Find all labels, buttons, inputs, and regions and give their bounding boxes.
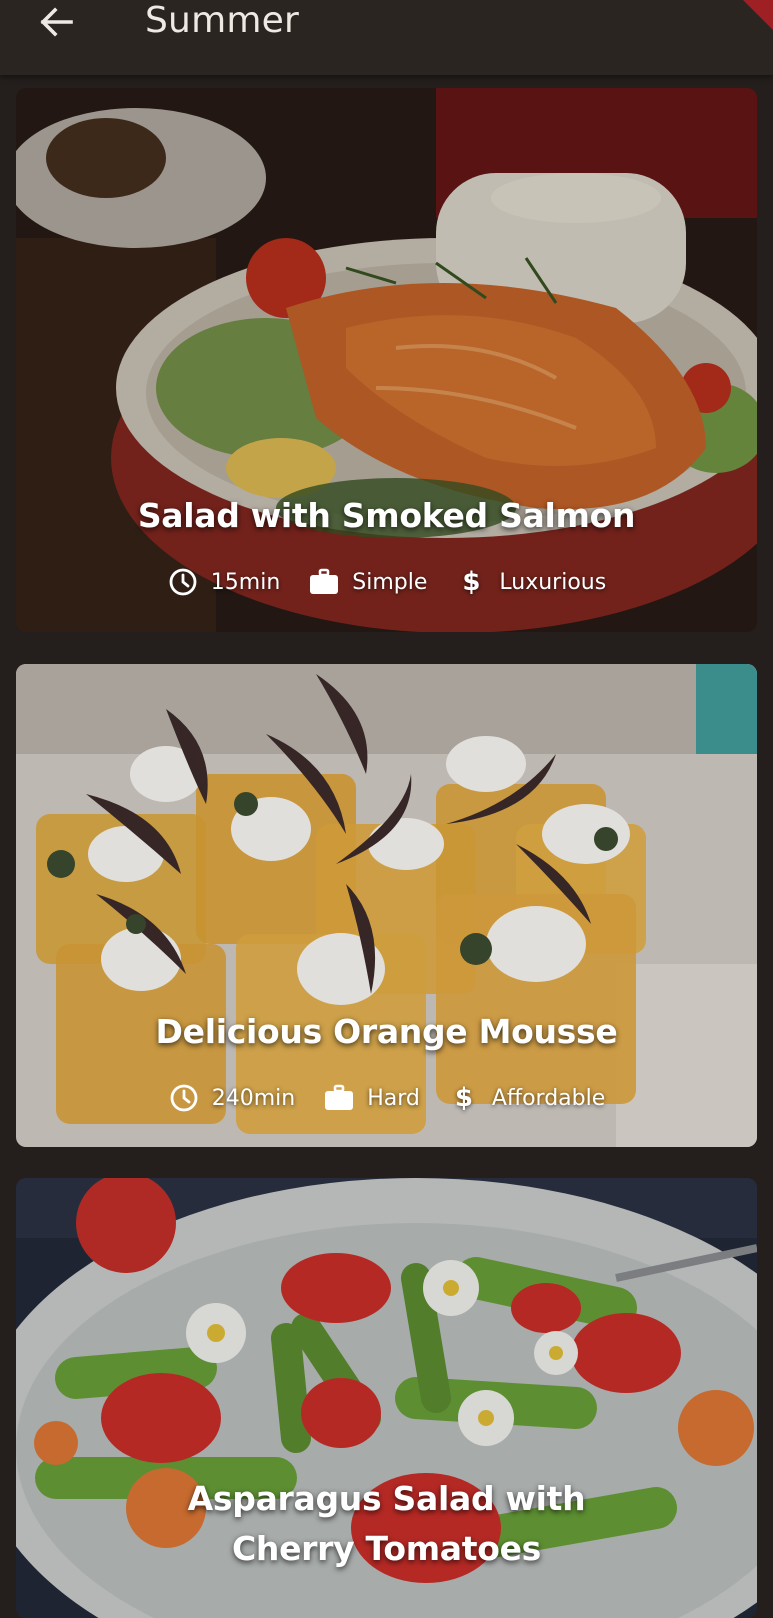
meal-card[interactable]: Asparagus Salad with Cherry Tomatoes <box>16 1178 757 1618</box>
duration-label: 240min <box>211 1085 296 1111</box>
meal-title: Delicious Orange Mousse <box>155 1012 618 1051</box>
image-overlay <box>16 664 757 1147</box>
clock-icon <box>167 566 199 598</box>
clock-icon <box>168 1082 200 1114</box>
meal-title: Salad with Smoked Salmon <box>137 496 636 535</box>
meal-title: Asparagus Salad with Cherry Tomatoes <box>187 1479 586 1568</box>
app-bar: Summer <box>0 0 773 75</box>
meal-card[interactable]: Salad with Smoked Salmon 15min Simple $ … <box>16 88 757 632</box>
meal-meta: 240min Hard $ Affordable <box>16 1080 757 1116</box>
dollar-icon: $ <box>454 1083 473 1113</box>
briefcase-icon <box>308 566 340 598</box>
image-overlay <box>16 88 757 632</box>
page-title: Summer <box>145 0 299 41</box>
briefcase-icon <box>323 1082 355 1114</box>
complexity-info: Hard <box>323 1082 420 1114</box>
debug-banner <box>743 0 773 30</box>
affordability-label: Luxurious <box>499 569 607 595</box>
meal-card[interactable]: Delicious Orange Mousse 240min Hard $ Af… <box>16 664 757 1147</box>
duration-info: 15min <box>167 566 280 598</box>
back-button[interactable] <box>30 0 82 44</box>
complexity-label: Hard <box>367 1085 420 1111</box>
dollar-icon: $ <box>462 567 481 597</box>
complexity-label: Simple <box>352 569 428 595</box>
complexity-info: Simple <box>308 566 427 598</box>
meal-meta: 15min Simple $ Luxurious <box>16 564 757 600</box>
duration-label: 15min <box>210 569 281 595</box>
affordability-label: Affordable <box>491 1085 606 1111</box>
affordability-info: $ Affordable <box>448 1082 605 1114</box>
duration-info: 240min <box>168 1082 295 1114</box>
affordability-info: $ Luxurious <box>455 566 606 598</box>
arrow-left-icon <box>40 7 73 37</box>
